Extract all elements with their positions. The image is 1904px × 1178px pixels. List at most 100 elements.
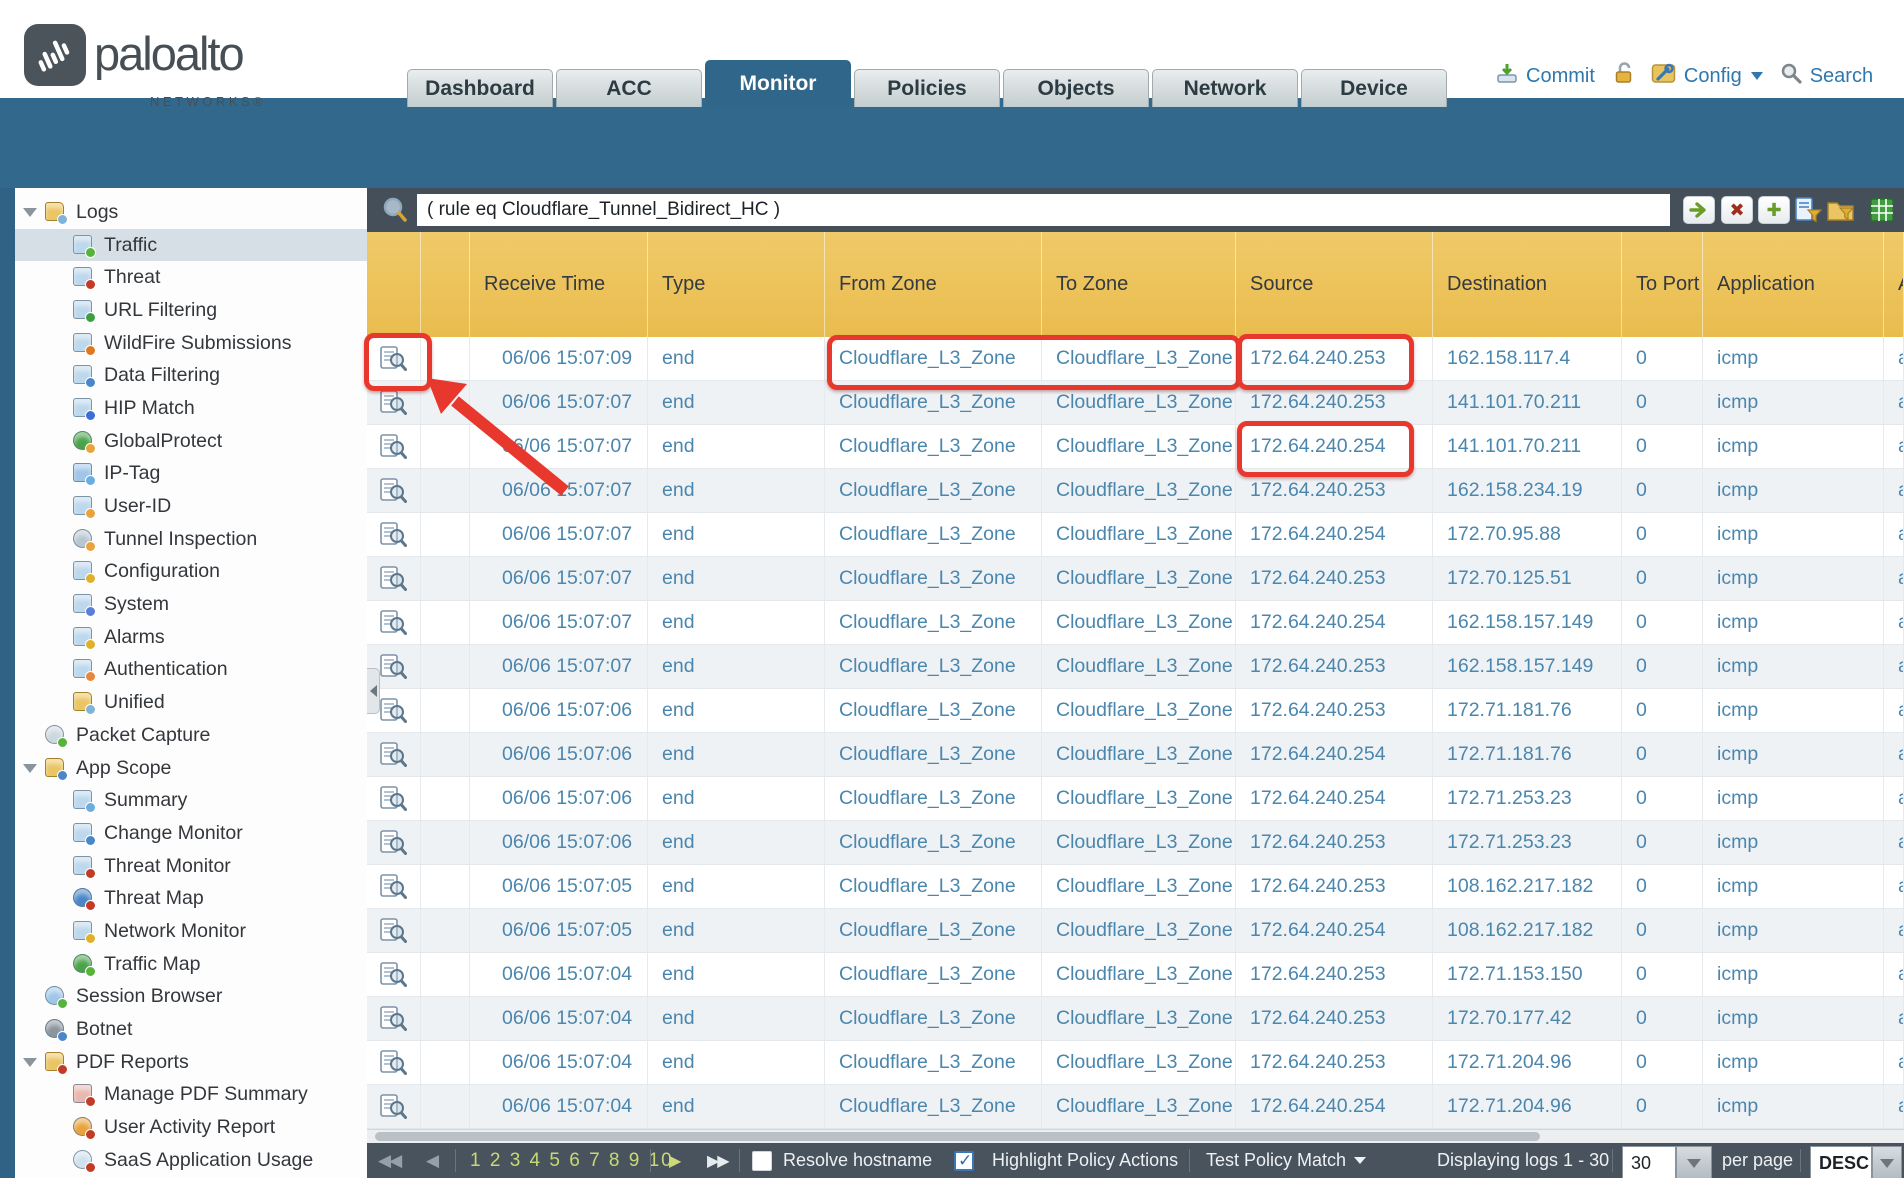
cell-to[interactable]: Cloudflare_L3_Zone [1042,557,1236,600]
cell-port[interactable]: 0 [1622,513,1703,556]
cell-from[interactable]: Cloudflare_L3_Zone [825,645,1042,688]
expander-icon[interactable] [23,1058,37,1067]
cell-from[interactable]: Cloudflare_L3_Zone [825,733,1042,776]
cell-from[interactable]: Cloudflare_L3_Zone [825,777,1042,820]
cell-from[interactable]: Cloudflare_L3_Zone [825,469,1042,512]
cell-type[interactable]: end [648,909,825,952]
horizontal-scrollbar-thumb[interactable] [375,1132,1540,1141]
sidebar-item-network-monitor[interactable]: Network Monitor [15,915,367,948]
cell-type[interactable]: end [648,1085,825,1128]
cell-time[interactable]: 06/06 15:07:07 [470,469,648,512]
cell-src[interactable]: 172.64.240.253 [1236,645,1433,688]
cell-src[interactable]: 172.64.240.253 [1236,557,1433,600]
cell-to[interactable]: Cloudflare_L3_Zone [1042,1085,1236,1128]
cell-app[interactable]: icmp [1703,1085,1884,1128]
horizontal-scrollbar[interactable] [367,1129,1904,1143]
clear-filter-icon[interactable]: ✖ [1721,196,1753,224]
sidebar-item-alarms[interactable]: Alarms [15,621,367,654]
log-detail-icon[interactable] [367,953,421,996]
sidebar-item-botnet[interactable]: Botnet [15,1013,367,1046]
cell-action[interactable]: a [1884,1085,1904,1128]
cell-port[interactable]: 0 [1622,1085,1703,1128]
cell-to[interactable]: Cloudflare_L3_Zone [1042,469,1236,512]
cell-from[interactable]: Cloudflare_L3_Zone [825,865,1042,908]
per-page-select[interactable]: 30 [1622,1146,1676,1178]
cell-type[interactable]: end [648,733,825,776]
cell-app[interactable]: icmp [1703,381,1884,424]
cell-from[interactable]: Cloudflare_L3_Zone [825,425,1042,468]
per-page-dropdown-arrow[interactable] [1676,1146,1712,1178]
column-header-type[interactable]: Type [648,232,825,337]
cell-type[interactable]: end [648,425,825,468]
config-caret-icon[interactable] [1751,72,1763,80]
cell-type[interactable]: end [648,997,825,1040]
table-row[interactable]: 06/06 15:07:07endCloudflare_L3_ZoneCloud… [367,425,1904,469]
table-row[interactable]: 06/06 15:07:07endCloudflare_L3_ZoneCloud… [367,469,1904,513]
cell-to[interactable]: Cloudflare_L3_Zone [1042,689,1236,732]
cell-type[interactable]: end [648,777,825,820]
sidebar-item-unified[interactable]: Unified [15,686,367,719]
cell-dst[interactable]: 162.158.157.149 [1433,601,1622,644]
sidebar-item-change-monitor[interactable]: Change Monitor [15,817,367,850]
cell-src[interactable]: 172.64.240.253 [1236,865,1433,908]
filter-builder-icon[interactable] [1793,196,1825,224]
table-row[interactable]: 06/06 15:07:09endCloudflare_L3_ZoneCloud… [367,337,1904,381]
cell-src[interactable]: 172.64.240.253 [1236,953,1433,996]
cell-app[interactable]: icmp [1703,689,1884,732]
cell-type[interactable]: end [648,953,825,996]
log-detail-icon[interactable] [367,337,421,380]
cell-port[interactable]: 0 [1622,557,1703,600]
cell-app[interactable]: icmp [1703,777,1884,820]
cell-time[interactable]: 06/06 15:07:04 [470,953,648,996]
cell-time[interactable]: 06/06 15:07:07 [470,557,648,600]
cell-port[interactable]: 0 [1622,777,1703,820]
expander-icon[interactable] [23,208,37,217]
cell-to[interactable]: Cloudflare_L3_Zone [1042,337,1236,380]
cell-type[interactable]: end [648,337,825,380]
log-detail-icon[interactable] [367,425,421,468]
cell-app[interactable]: icmp [1703,953,1884,996]
table-row[interactable]: 06/06 15:07:04endCloudflare_L3_ZoneCloud… [367,1041,1904,1085]
cell-time[interactable]: 06/06 15:07:06 [470,777,648,820]
cell-dst[interactable]: 172.71.181.76 [1433,733,1622,776]
cell-dst[interactable]: 162.158.157.149 [1433,645,1622,688]
last-page-button[interactable]: ▶▶ [707,1143,728,1178]
cell-action[interactable]: a [1884,1041,1904,1084]
sidebar-item-threat-monitor[interactable]: Threat Monitor [15,850,367,883]
column-header-application[interactable]: Application [1703,232,1884,337]
cell-action[interactable]: a [1884,425,1904,468]
cell-action[interactable]: a [1884,513,1904,556]
cell-time[interactable]: 06/06 15:07:07 [470,645,648,688]
cell-action[interactable]: a [1884,953,1904,996]
cell-action[interactable]: a [1884,689,1904,732]
cell-time[interactable]: 06/06 15:07:04 [470,1085,648,1128]
sidebar-item-url-filtering[interactable]: URL Filtering [15,294,367,327]
commit-button[interactable]: Commit [1526,65,1595,88]
cell-to[interactable]: Cloudflare_L3_Zone [1042,381,1236,424]
sidebar-item-traffic-map[interactable]: Traffic Map [15,948,367,981]
sidebar-item-pdf-reports[interactable]: PDF Reports [15,1046,367,1079]
table-row[interactable]: 06/06 15:07:07endCloudflare_L3_ZoneCloud… [367,381,1904,425]
log-detail-icon[interactable] [367,865,421,908]
cell-app[interactable]: icmp [1703,513,1884,556]
cell-src[interactable]: 172.64.240.253 [1236,997,1433,1040]
cell-port[interactable]: 0 [1622,865,1703,908]
log-detail-icon[interactable] [367,513,421,556]
cell-to[interactable]: Cloudflare_L3_Zone [1042,1041,1236,1084]
sidebar-item-user-id[interactable]: User-ID [15,490,367,523]
cell-action[interactable]: a [1884,557,1904,600]
cell-src[interactable]: 172.64.240.253 [1236,821,1433,864]
cell-src[interactable]: 172.64.240.253 [1236,469,1433,512]
cell-src[interactable]: 172.64.240.254 [1236,1085,1433,1128]
sort-order-select[interactable]: DESC [1810,1146,1872,1178]
cell-type[interactable]: end [648,689,825,732]
cell-time[interactable]: 06/06 15:07:04 [470,1041,648,1084]
tab-policies[interactable]: Policies [854,69,1000,107]
sidebar-item-app-scope[interactable]: App Scope [15,752,367,785]
cell-type[interactable]: end [648,513,825,556]
tab-monitor[interactable]: Monitor [705,60,851,107]
table-row[interactable]: 06/06 15:07:06endCloudflare_L3_ZoneCloud… [367,821,1904,865]
cell-app[interactable]: icmp [1703,601,1884,644]
cell-src[interactable]: 172.64.240.254 [1236,909,1433,952]
column-header-a[interactable]: A [1884,232,1904,337]
